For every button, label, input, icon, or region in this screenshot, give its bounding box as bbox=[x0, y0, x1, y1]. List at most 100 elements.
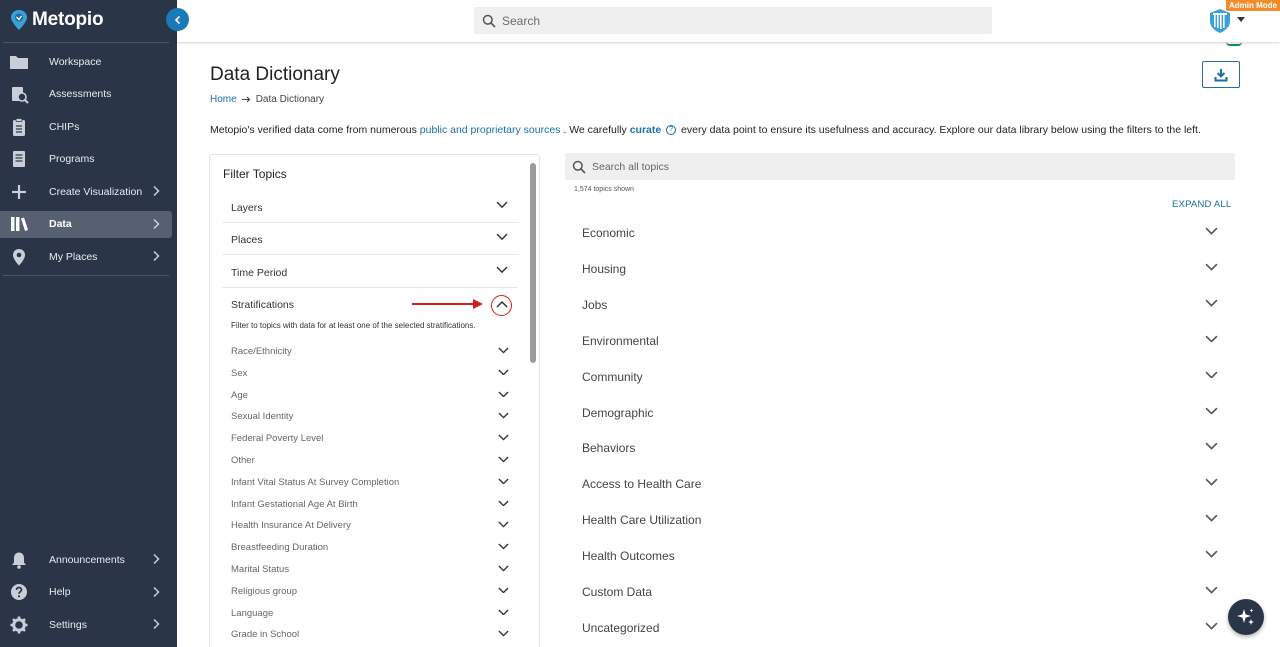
stratification-race-ethnicity[interactable]: Race/Ethnicity bbox=[231, 342, 509, 363]
stratification-sexual-identity[interactable]: Sexual Identity bbox=[231, 407, 509, 428]
topic-category-label: Behaviors bbox=[582, 441, 636, 456]
topic-category-community[interactable]: Community bbox=[570, 360, 1226, 396]
stratification-marital-status[interactable]: Marital Status bbox=[231, 560, 509, 581]
folder-icon bbox=[10, 55, 28, 69]
sidebar-item-create-visualization[interactable]: Create Visualization bbox=[0, 178, 172, 205]
global-search-input[interactable] bbox=[502, 13, 982, 28]
chevron-down-icon bbox=[1205, 263, 1218, 271]
topic-category-economic[interactable]: Economic bbox=[570, 216, 1226, 252]
metopio-logo-icon bbox=[11, 10, 27, 30]
stratification-label: Grade in School bbox=[231, 629, 300, 641]
topic-category-health-outcomes[interactable]: Health Outcomes bbox=[570, 539, 1226, 575]
breadcrumb-home-link[interactable]: Home bbox=[210, 94, 237, 105]
organization-avatar-icon[interactable] bbox=[1209, 8, 1231, 34]
topic-category-environmental[interactable]: Environmental bbox=[570, 324, 1226, 360]
sidebar-item-settings[interactable]: Settings bbox=[0, 611, 172, 638]
app-logo[interactable]: Metopio bbox=[10, 8, 104, 32]
topics-search[interactable] bbox=[565, 153, 1235, 180]
stratification-label: Sex bbox=[231, 367, 248, 379]
library-icon bbox=[11, 217, 28, 231]
stratification-health-insurance-at-delivery[interactable]: Health Insurance At Delivery bbox=[231, 516, 509, 537]
sidebar-item-label: My Places bbox=[49, 250, 98, 263]
sidebar-item-chips[interactable]: CHIPs bbox=[0, 113, 172, 140]
global-search[interactable] bbox=[474, 7, 992, 34]
topic-category-uncategorized[interactable]: Uncategorized bbox=[570, 611, 1226, 647]
topic-category-jobs[interactable]: Jobs bbox=[570, 288, 1226, 324]
topic-category-label: Community bbox=[582, 369, 643, 384]
sidebar-divider bbox=[3, 42, 169, 43]
stratification-infant-gestational-age-at-birth[interactable]: Infant Gestational Age At Birth bbox=[231, 495, 509, 516]
curate-help-icon[interactable]: ? bbox=[666, 125, 677, 136]
clipboard-icon bbox=[13, 117, 25, 136]
stratification-religious-group[interactable]: Religious group bbox=[231, 582, 509, 603]
stratification-infant-vital-status-at-survey-completion[interactable]: Infant Vital Status At Survey Completion bbox=[231, 473, 509, 494]
stratification-age[interactable]: Age bbox=[231, 386, 509, 407]
topic-category-housing[interactable]: Housing bbox=[570, 252, 1226, 288]
caret-down-icon[interactable] bbox=[1237, 17, 1245, 23]
topics-search-input[interactable] bbox=[592, 160, 1212, 173]
topic-category-behaviors[interactable]: Behaviors bbox=[570, 431, 1226, 467]
sidebar: Metopio Workspace Assessments CHIPs Program… bbox=[0, 0, 177, 647]
intro-part2: . We carefully bbox=[560, 124, 630, 136]
topic-category-health-care-utilization[interactable]: Health Care Utilization bbox=[570, 503, 1226, 539]
partial-indicator bbox=[1226, 42, 1242, 46]
stratification-label: Race/Ethnicity bbox=[231, 346, 292, 357]
ai-assistant-button[interactable] bbox=[1228, 599, 1264, 635]
search-icon bbox=[572, 160, 586, 174]
sidebar-item-label: Announcements bbox=[49, 553, 125, 566]
app-name: Metopio bbox=[32, 9, 104, 30]
sidebar-item-label: Create Visualization bbox=[49, 185, 143, 198]
stratification-grade-in-school[interactable]: Grade in School bbox=[231, 625, 509, 646]
curate-link[interactable]: curate bbox=[630, 124, 662, 136]
stratification-breastfeeding-duration[interactable]: Breastfeeding Duration bbox=[231, 538, 509, 559]
topic-category-demographic[interactable]: Demographic bbox=[570, 396, 1226, 432]
chevron-down-icon bbox=[1205, 478, 1218, 487]
assessment-icon bbox=[12, 87, 29, 104]
filter-section-layers[interactable]: Layers bbox=[222, 191, 518, 223]
filter-scrollbar[interactable] bbox=[530, 163, 536, 363]
chevron-down-icon bbox=[1205, 299, 1218, 307]
admin-mode-badge: Admin Mode bbox=[1226, 0, 1280, 11]
stratification-label: Age bbox=[231, 389, 248, 401]
sidebar-item-programs[interactable]: Programs bbox=[0, 146, 172, 173]
sidebar-nav-bottom: Announcements Help Settings bbox=[0, 546, 177, 644]
topic-category-access-to-health-care[interactable]: Access to Health Care bbox=[570, 467, 1226, 503]
stratification-sex[interactable]: Sex bbox=[231, 364, 509, 385]
sidebar-item-workspace[interactable]: Workspace bbox=[0, 48, 172, 75]
arrow-right-icon bbox=[241, 96, 250, 103]
location-pin-icon bbox=[13, 248, 25, 265]
sidebar-item-announcements[interactable]: Announcements bbox=[0, 546, 172, 573]
top-bar: Admin Mode bbox=[177, 0, 1280, 42]
expand-all-button[interactable]: EXPAND ALL bbox=[1172, 199, 1231, 210]
chevron-down-icon bbox=[496, 201, 508, 209]
stratification-federal-poverty-level[interactable]: Federal Poverty Level bbox=[231, 429, 509, 450]
stratification-language[interactable]: Language bbox=[231, 604, 509, 625]
chevron-down-icon bbox=[1205, 586, 1218, 594]
topic-category-custom-data[interactable]: Custom Data bbox=[570, 575, 1226, 611]
download-button[interactable] bbox=[1202, 61, 1240, 88]
sidebar-item-assessments[interactable]: Assessments bbox=[0, 81, 172, 108]
collapse-sidebar-button[interactable] bbox=[166, 8, 189, 31]
breadcrumb-current: Data Dictionary bbox=[255, 94, 325, 105]
chevron-down-icon bbox=[496, 266, 508, 274]
topic-category-label: Access to Health Care bbox=[582, 477, 702, 492]
chevron-down-icon bbox=[498, 630, 509, 637]
stratification-label: Other bbox=[231, 455, 255, 466]
stratification-label: Health Insurance At Delivery bbox=[231, 520, 351, 532]
topic-category-label: Jobs bbox=[582, 297, 608, 312]
chevron-down-icon bbox=[1205, 550, 1218, 558]
sidebar-item-data[interactable]: Data bbox=[0, 210, 172, 238]
intro-part3: every data point to ensure its usefulnes… bbox=[678, 124, 1201, 136]
sidebar-item-label: Assessments bbox=[49, 88, 112, 100]
chevron-down-icon bbox=[498, 347, 509, 354]
sidebar-item-my-places[interactable]: My Places bbox=[0, 243, 172, 270]
chevron-down-icon bbox=[498, 500, 509, 507]
filter-section-places[interactable]: Places bbox=[222, 223, 518, 255]
stratification-other[interactable]: Other bbox=[231, 451, 509, 472]
filter-section-time-period[interactable]: Time Period bbox=[222, 256, 518, 288]
sources-link[interactable]: public and proprietary sources bbox=[420, 124, 561, 136]
sidebar-item-help[interactable]: Help bbox=[0, 579, 172, 606]
stratification-label: Language bbox=[231, 607, 274, 619]
chevron-down-icon bbox=[1205, 371, 1218, 379]
topic-category-label: Demographic bbox=[582, 405, 654, 420]
